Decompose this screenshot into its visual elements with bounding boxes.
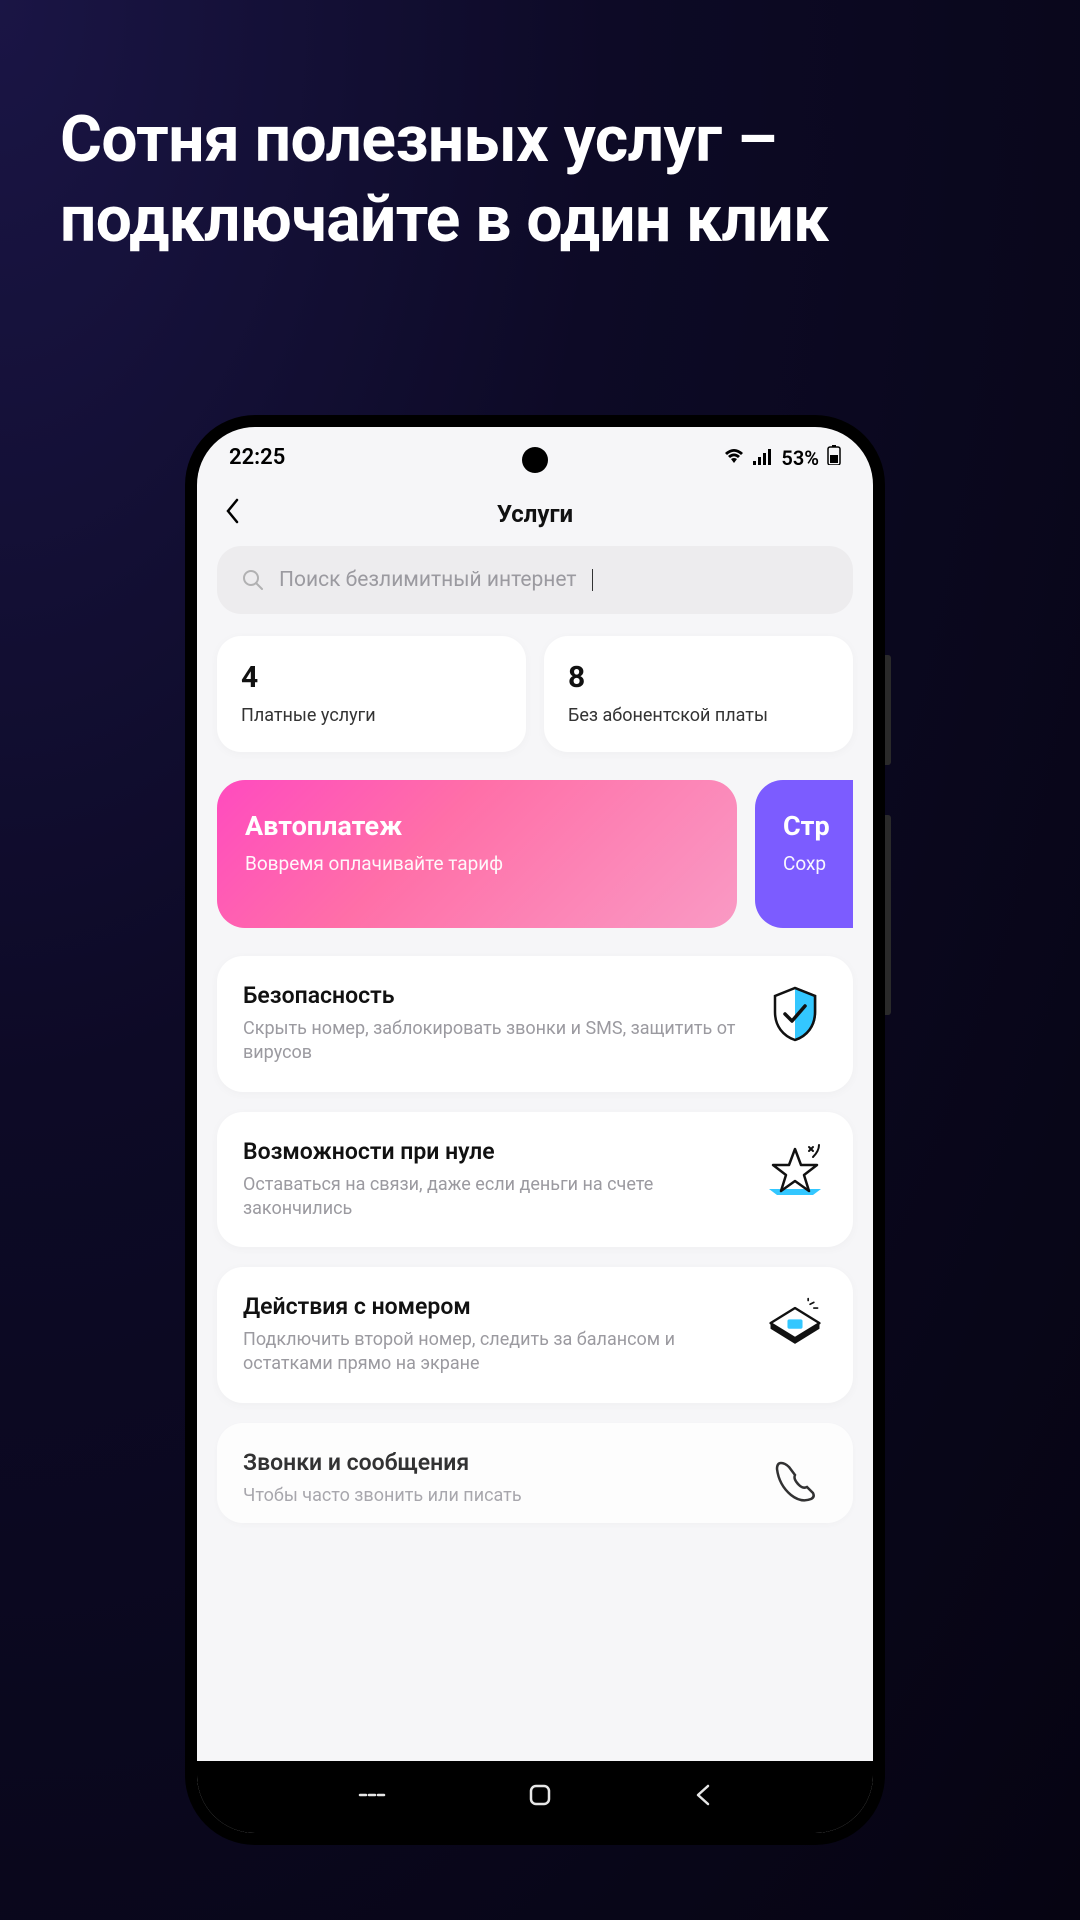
nav-back-icon[interactable] bbox=[694, 1783, 712, 1811]
star-icon bbox=[763, 1138, 827, 1202]
nav-home-icon[interactable] bbox=[528, 1783, 552, 1811]
stat-count: 4 bbox=[241, 660, 502, 695]
wifi-icon bbox=[723, 446, 745, 470]
battery-percent: 53% bbox=[781, 446, 819, 470]
service-card-number-actions[interactable]: Действия с номером Подключить второй ном… bbox=[217, 1267, 853, 1403]
promo-card-autopay[interactable]: Автоплатеж Вовремя оплачивайте тариф bbox=[217, 780, 737, 928]
phone-side-button bbox=[885, 815, 891, 1015]
promo-subtitle: Вовремя оплачивайте тариф bbox=[245, 852, 709, 875]
stat-card-paid[interactable]: 4 Платные услуги bbox=[217, 636, 526, 752]
phone-side-button bbox=[885, 655, 891, 765]
search-placeholder: Поиск безлимитный интернет bbox=[279, 568, 577, 592]
search-icon bbox=[241, 568, 265, 592]
service-card-calls-messages[interactable]: Звонки и сообщения Чтобы часто звонить и… bbox=[217, 1423, 853, 1523]
service-title: Безопасность bbox=[243, 982, 747, 1009]
service-title: Звонки и сообщения bbox=[243, 1449, 747, 1476]
phone-icon bbox=[763, 1449, 827, 1513]
back-button[interactable] bbox=[225, 498, 241, 530]
promo-carousel[interactable]: Автоплатеж Вовремя оплачивайте тариф Стр… bbox=[217, 780, 853, 928]
content-fade bbox=[197, 1721, 873, 1761]
signal-icon bbox=[753, 446, 773, 470]
status-indicators: 53% bbox=[723, 445, 841, 470]
phone-screen: 22:25 53% Услуги bbox=[197, 427, 873, 1833]
promo-title: Стр bbox=[783, 810, 853, 842]
promo-subtitle: Сохр bbox=[783, 852, 853, 875]
service-title: Возможности при нуле bbox=[243, 1138, 747, 1165]
text-cursor bbox=[592, 569, 594, 591]
service-description: Скрыть номер, заблокировать звонки и SMS… bbox=[243, 1017, 747, 1066]
promo-title: Автоплатеж bbox=[245, 810, 709, 842]
shield-check-icon bbox=[763, 982, 827, 1046]
service-description: Оставаться на связи, даже если деньги на… bbox=[243, 1173, 747, 1222]
stat-label: Без абонентской платы bbox=[568, 705, 829, 726]
page-title: Услуги bbox=[225, 500, 845, 528]
phone-mockup-frame: 22:25 53% Услуги bbox=[185, 415, 885, 1845]
sim-card-icon bbox=[763, 1293, 827, 1357]
nav-recents-icon[interactable] bbox=[358, 1783, 386, 1811]
battery-icon bbox=[827, 445, 841, 470]
stat-count: 8 bbox=[568, 660, 829, 695]
service-title: Действия с номером bbox=[243, 1293, 747, 1320]
stat-label: Платные услуги bbox=[241, 705, 502, 726]
promo-card-next[interactable]: Стр Сохр bbox=[755, 780, 853, 928]
stat-card-free[interactable]: 8 Без абонентской платы bbox=[544, 636, 853, 752]
headline-line-1: Сотня полезных услуг – bbox=[60, 100, 829, 180]
app-header: Услуги bbox=[197, 476, 873, 546]
status-time: 22:25 bbox=[229, 445, 285, 470]
service-card-security[interactable]: Безопасность Скрыть номер, заблокировать… bbox=[217, 956, 853, 1092]
marketing-headline: Сотня полезных услуг – подключайте в оди… bbox=[60, 100, 829, 260]
service-description: Подключить второй номер, следить за бала… bbox=[243, 1328, 747, 1377]
headline-line-2: подключайте в один клик bbox=[60, 180, 829, 260]
service-description: Чтобы часто звонить или писать bbox=[243, 1484, 747, 1508]
android-nav-bar bbox=[197, 1761, 873, 1833]
service-card-zero-balance[interactable]: Возможности при нуле Оставаться на связи… bbox=[217, 1112, 853, 1248]
search-input[interactable]: Поиск безлимитный интернет bbox=[217, 546, 853, 614]
phone-camera-cutout bbox=[522, 447, 548, 473]
